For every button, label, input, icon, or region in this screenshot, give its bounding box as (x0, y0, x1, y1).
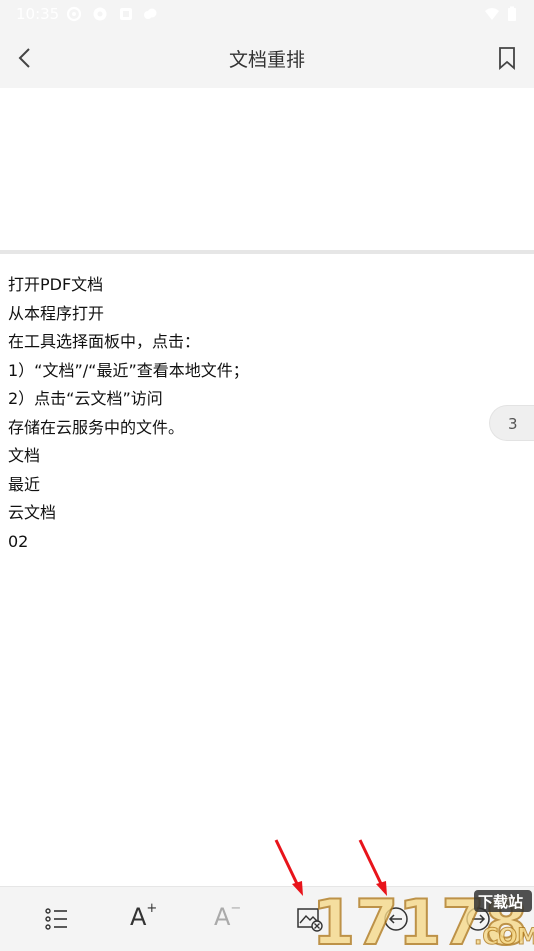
increase-font-label: A (130, 903, 147, 931)
notification-icon (120, 8, 132, 20)
text-line: 最近 (8, 474, 41, 494)
text-line: 打开PDF文档 (8, 275, 104, 294)
text-line: 1）“文档”/“最近”查看本地文件； (8, 360, 249, 380)
page-title: 文档重排 (228, 49, 305, 71)
text-line: 文档 (8, 446, 41, 465)
watermark-logo: 17178 下载站 .COM (311, 885, 534, 950)
text-line: 02 (8, 531, 29, 551)
annotation-arrow-icon (274, 839, 303, 896)
status-bar: 10:35 (0, 0, 534, 28)
battery-icon (508, 6, 516, 21)
wifi-icon (485, 8, 499, 20)
status-time: 10:35 (16, 5, 60, 23)
watermark-domain: .COM (474, 925, 534, 950)
outline-list-icon[interactable] (43, 905, 71, 933)
decrease-font-label: A (214, 903, 231, 931)
annotation-arrow-icon (358, 839, 387, 896)
app-bar: 文档重排 (0, 28, 534, 88)
increase-font-button[interactable]: A+ (130, 901, 158, 931)
watermark-badge: 下载站 (478, 893, 523, 911)
decrease-font-button[interactable]: A− (214, 901, 242, 931)
text-line: 云文档 (8, 503, 57, 522)
weather-icon (144, 8, 157, 19)
page-separator (0, 250, 534, 254)
page-number-badge[interactable]: 3 (489, 405, 534, 441)
decrease-font-sup: − (230, 901, 242, 916)
gear-icon (93, 7, 107, 21)
sync-icon (66, 6, 82, 22)
text-line: 从本程序打开 (8, 303, 105, 323)
bookmark-icon[interactable] (496, 46, 518, 70)
text-line: 存储在云服务中的文件。 (8, 417, 185, 437)
reflow-text: 打开PDF文档 从本程序打开 在工具选择面板中，点击： 1）“文档”/“最近”查… (8, 271, 478, 556)
increase-font-sup: + (146, 901, 158, 916)
text-line: 在工具选择面板中，点击： (8, 332, 201, 351)
text-line: 2）点击“云文档”访问 (8, 389, 163, 408)
